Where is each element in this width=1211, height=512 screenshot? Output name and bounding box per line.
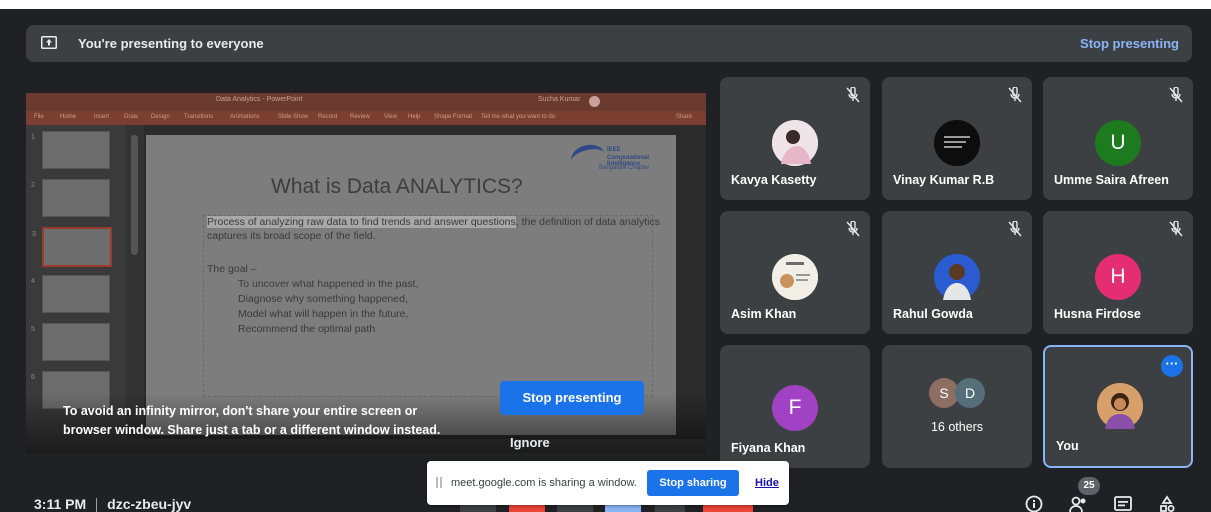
goal-item: Diagnose why something happened,	[238, 293, 408, 305]
participant-tile[interactable]: Kavya Kasetty	[720, 77, 870, 200]
participant-tile[interactable]: H Husna Firdose	[1043, 211, 1193, 334]
chrome-sharing-bar: meet.google.com is sharing a window. Sto…	[427, 461, 789, 505]
ribbon-tab: Slide Show	[278, 114, 309, 120]
divider	[96, 498, 98, 512]
self-avatar-photo	[1097, 383, 1143, 429]
participant-avatar-photo	[772, 254, 818, 300]
slide-paragraph: Process of analyzing raw data to find tr…	[207, 215, 667, 243]
ribbon-tab: Insert	[94, 114, 110, 120]
participant-tile[interactable]: F Fiyana Khan	[720, 345, 870, 468]
goal-item: Recommend the optimal path	[238, 323, 376, 335]
ribbon-tab: Help	[408, 114, 421, 120]
slide-thumbnail: 1	[31, 131, 110, 169]
powerpoint-window-title: Data Analytics - PowerPoint	[216, 96, 303, 103]
activities-icon[interactable]	[1157, 494, 1177, 512]
participant-avatar-photo	[772, 120, 818, 166]
powerpoint-titlebar: Data Analytics - PowerPoint Sucha Kumar	[26, 93, 706, 111]
self-tile[interactable]: ··· You	[1043, 345, 1193, 468]
participant-name: Fiyana Khan	[731, 441, 806, 455]
self-name: You	[1056, 439, 1079, 453]
participant-name: Kavya Kasetty	[731, 173, 817, 187]
slide-title: What is Data ANALYTICS?	[271, 175, 523, 198]
stop-sharing-button[interactable]: Stop sharing	[647, 470, 739, 496]
infinity-mirror-warning: To avoid an infinity mirror, don't share…	[63, 404, 441, 437]
ieee-ci-logo: IEEE Computational Intelligence Bangalor…	[568, 141, 666, 174]
others-count: 16 others	[930, 420, 984, 434]
ribbon-tab: Share	[676, 114, 693, 120]
sharing-message: meet.google.com is sharing a window.	[451, 477, 637, 489]
ribbon-tab: Animations	[230, 114, 260, 120]
powerpoint-user: Sucha Kumar	[538, 96, 581, 103]
presenting-message: You're presenting to everyone	[78, 36, 264, 51]
present-screen-icon	[41, 36, 57, 49]
participant-avatar-initial: F	[772, 385, 818, 431]
slide-thumbnail: 5	[31, 323, 110, 361]
participant-avatar-photo	[934, 120, 980, 166]
ribbon-tab: Shape Format	[434, 114, 473, 120]
more-options-button[interactable]: ···	[1161, 355, 1183, 377]
ribbon-tab: Record	[318, 114, 338, 120]
mic-off-icon	[846, 221, 860, 237]
ribbon-tab: View	[384, 114, 397, 120]
mic-off-icon	[1169, 221, 1183, 237]
participant-tile[interactable]: U Umme Saira Afreen	[1043, 77, 1193, 200]
participant-name: Vinay Kumar R.B	[893, 173, 995, 187]
participant-name: Rahul Gowda	[893, 307, 973, 321]
drag-handle-icon[interactable]	[436, 477, 442, 488]
presenting-banner: You're presenting to everyone Stop prese…	[26, 25, 1192, 62]
info-icon[interactable]	[1024, 494, 1044, 512]
ribbon-tab: Home	[60, 114, 77, 120]
window-top-edge	[0, 0, 1211, 9]
meeting-code: dzc-zbeu-jyv	[107, 496, 192, 512]
user-avatar-icon	[589, 96, 600, 107]
participant-count-badge: 25	[1078, 477, 1100, 495]
highlighted-text: Process of analyzing raw data to find tr…	[207, 216, 516, 228]
goal-item: Model what will happen in the future,	[238, 308, 409, 320]
chat-icon[interactable]	[1113, 494, 1133, 512]
participant-name: Umme Saira Afreen	[1054, 173, 1169, 187]
meeting-info: 3:11 PM dzc-zbeu-jyv	[34, 496, 191, 512]
mic-off-icon	[846, 87, 860, 103]
ribbon-tab: Draw	[124, 114, 139, 120]
participant-name: Asim Khan	[731, 307, 797, 321]
slide-thumbnail: 2	[31, 179, 110, 217]
mini-avatar-initial: D	[955, 378, 985, 408]
people-icon[interactable]	[1068, 494, 1088, 512]
stop-presenting-button[interactable]: Stop presenting	[500, 381, 644, 415]
mic-off-icon	[1008, 87, 1022, 103]
mic-off-icon	[1169, 87, 1183, 103]
participant-name: Husna Firdose	[1054, 307, 1141, 321]
participant-avatar-initial: H	[1095, 254, 1141, 300]
slide-thumbnail: 4	[31, 275, 110, 313]
powerpoint-ribbon: File Home Insert Draw Design Transitions…	[26, 111, 706, 125]
participant-avatar-photo	[934, 254, 980, 300]
ribbon-tab: Tell me what you want to do	[481, 114, 556, 120]
ribbon-tab: File	[34, 114, 44, 120]
others-tile[interactable]: S D 16 others	[882, 345, 1032, 468]
ignore-button[interactable]: Ignore	[510, 435, 550, 450]
hide-link[interactable]: Hide	[755, 477, 779, 489]
stop-presenting-link[interactable]: Stop presenting	[1080, 36, 1179, 51]
participant-avatar-initial: U	[1095, 120, 1141, 166]
goal-heading: The goal –	[207, 263, 257, 275]
goal-item: To uncover what happened in the past,	[238, 278, 419, 290]
ribbon-tab: Design	[151, 114, 170, 120]
ribbon-tab: Review	[350, 114, 370, 120]
ribbon-tab: Transitions	[184, 114, 214, 120]
participant-tile[interactable]: Vinay Kumar R.B	[882, 77, 1032, 200]
meeting-time: 3:11 PM	[34, 496, 87, 512]
participant-tile[interactable]: Asim Khan	[720, 211, 870, 334]
mic-off-icon	[1008, 221, 1022, 237]
slide-thumbnail-selected: 3	[32, 227, 112, 267]
scrollbar-knob	[131, 135, 138, 255]
participant-tile[interactable]: Rahul Gowda	[882, 211, 1032, 334]
